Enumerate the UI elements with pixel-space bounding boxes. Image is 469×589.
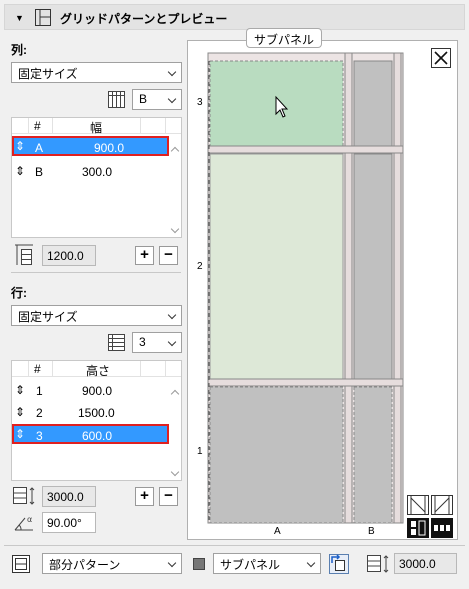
table-row[interactable]: ⇕ 1 900.0 — [12, 381, 169, 401]
grid-cell-b2[interactable] — [353, 153, 393, 380]
remove-row-button[interactable]: − — [159, 487, 178, 506]
columns-mode-select[interactable]: 固定サイズ — [11, 62, 182, 83]
sort-handle-icon[interactable]: ⇕ — [15, 164, 25, 178]
row-value[interactable]: 900.0 — [94, 141, 124, 155]
sort-handle-icon[interactable]: ⇕ — [15, 139, 25, 153]
sort-handle-icon[interactable]: ⇕ — [15, 427, 25, 441]
rows-table: # 高さ ⇕ 1 900.0 ⇕ 2 1500.0 ⇕ 3 600.0 — [11, 360, 182, 481]
total-height-icon — [367, 555, 389, 573]
sort-handle-icon[interactable]: ⇕ — [15, 405, 25, 419]
table-row[interactable]: ⇕ 3 600.0 — [12, 424, 169, 444]
row-label-2: 2 — [197, 261, 203, 272]
angle-field[interactable]: 90.00° — [42, 512, 96, 533]
row-header-number: # — [34, 362, 41, 376]
row-count-icon — [108, 334, 125, 351]
grid-preview[interactable]: サブパネル 3 2 1 A B — [187, 28, 458, 540]
pattern-select[interactable]: 部分パターン — [42, 553, 182, 574]
row-count-value: 3 — [139, 335, 146, 349]
add-column-button[interactable]: + — [135, 246, 154, 265]
columns-table: # 幅 ⇕ A 900.0 ⇕ B 300.0 — [11, 117, 182, 238]
panel-title: グリッドパターンとプレビュー — [60, 12, 228, 26]
divider — [4, 545, 465, 546]
subpanel-tooltip: サブパネル — [246, 28, 323, 48]
add-row-button[interactable]: + — [135, 487, 154, 506]
svg-text:α: α — [27, 515, 32, 524]
chevron-down-icon — [306, 558, 316, 568]
total-height-field[interactable]: 3000.0 — [394, 553, 457, 574]
grid-cell-b1[interactable] — [353, 386, 393, 524]
panel-color-swatch — [193, 558, 205, 570]
rows-mode-value: 固定サイズ — [18, 310, 78, 324]
scroll-down-icon[interactable] — [170, 224, 180, 234]
chevron-down-icon — [167, 94, 177, 104]
row-label-1: 1 — [197, 446, 203, 457]
row-id: 1 — [36, 384, 43, 398]
rows-total-field[interactable]: 3000.0 — [42, 486, 96, 507]
chevron-down-icon — [167, 337, 177, 347]
pattern-horizontal-icon[interactable] — [431, 518, 453, 538]
column-count-select[interactable]: B — [132, 89, 182, 110]
pattern-diagonal-left-icon[interactable] — [407, 495, 429, 515]
grid-cell-a2[interactable] — [209, 153, 344, 380]
scroll-up-icon[interactable] — [170, 146, 180, 156]
assign-panel-icon[interactable] — [329, 554, 349, 574]
column-count-icon — [108, 91, 125, 108]
columns-total-field[interactable]: 1200.0 — [42, 245, 96, 266]
rows-mode-select[interactable]: 固定サイズ — [11, 305, 182, 326]
row-value[interactable]: 1500.0 — [78, 406, 115, 420]
row-header-height: 高さ — [86, 364, 111, 378]
columns-table-header: # 幅 — [12, 118, 181, 135]
grid-pattern-icon — [35, 9, 51, 26]
col-label-b: B — [368, 526, 375, 537]
row-id: B — [35, 165, 44, 179]
table-row[interactable]: ⇕ A 900.0 — [12, 136, 169, 156]
close-icon[interactable] — [431, 48, 451, 68]
grid-cell-a1[interactable] — [209, 386, 344, 524]
column-header-number: # — [34, 119, 41, 133]
columns-label: 列: — [11, 43, 27, 57]
row-value[interactable]: 900.0 — [82, 384, 112, 398]
column-count-value: B — [139, 92, 148, 106]
pattern-type-icon — [12, 555, 30, 573]
panel-select[interactable]: サブパネル — [213, 553, 321, 574]
row-id: A — [35, 141, 44, 155]
pattern-vertical-icon[interactable] — [407, 518, 429, 538]
pattern-diagonal-right-icon[interactable] — [431, 495, 453, 515]
row-id: 3 — [36, 429, 43, 443]
scroll-up-icon[interactable] — [170, 389, 180, 399]
remove-column-button[interactable]: − — [159, 246, 178, 265]
row-value[interactable]: 300.0 — [82, 165, 112, 179]
grid-preview-canvas — [207, 52, 404, 524]
row-id: 2 — [36, 406, 43, 420]
rows-table-header: # 高さ — [12, 361, 181, 378]
total-height-icon — [13, 487, 35, 505]
panel-select-value: サブパネル — [220, 558, 281, 572]
row-label-3: 3 — [197, 97, 203, 108]
chevron-down-icon — [167, 67, 177, 77]
sort-handle-icon[interactable]: ⇕ — [15, 383, 25, 397]
chevron-down-icon — [167, 310, 177, 320]
table-row[interactable]: ⇕ 2 1500.0 — [12, 403, 169, 423]
table-row[interactable]: ⇕ B 300.0 — [12, 162, 169, 182]
row-count-select[interactable]: 3 — [132, 332, 182, 353]
rows-label: 行: — [11, 286, 27, 300]
scroll-down-icon[interactable] — [170, 467, 180, 477]
col-label-a: A — [274, 526, 281, 537]
divider — [11, 272, 181, 273]
pattern-select-value: 部分パターン — [49, 558, 121, 572]
collapse-triangle-icon[interactable]: ▼ — [15, 13, 24, 23]
total-width-icon — [15, 244, 33, 265]
chevron-down-icon — [167, 558, 177, 568]
columns-mode-value: 固定サイズ — [18, 67, 78, 81]
panel-header[interactable]: ▼ グリッドパターンとプレビュー — [4, 4, 465, 30]
angle-icon: α — [14, 515, 33, 531]
row-value[interactable]: 600.0 — [82, 429, 112, 443]
grid-cell-b3[interactable] — [353, 60, 393, 147]
column-header-width: 幅 — [90, 121, 103, 135]
